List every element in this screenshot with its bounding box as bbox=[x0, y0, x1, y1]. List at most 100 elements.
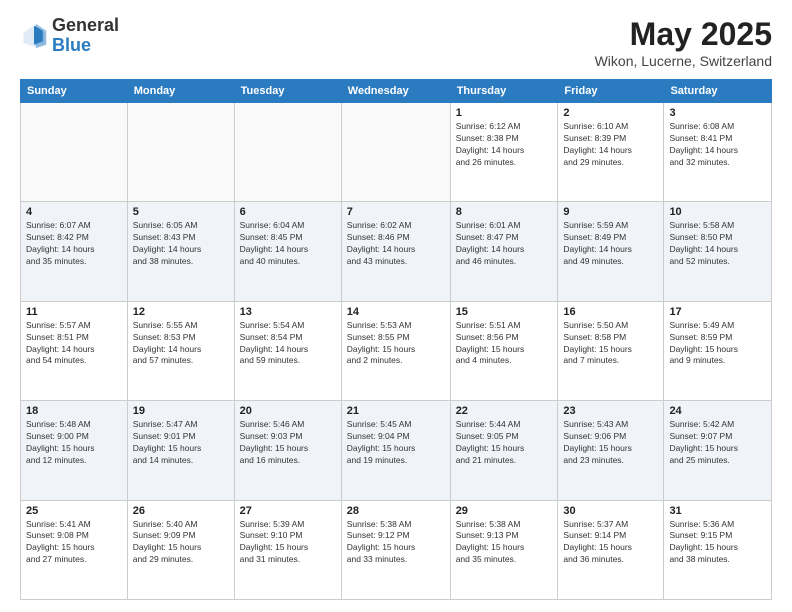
day-detail: Sunrise: 5:44 AM Sunset: 9:05 PM Dayligh… bbox=[456, 419, 553, 467]
calendar-cell: 11 Sunrise: 5:57 AM Sunset: 8:51 PM Dayli… bbox=[21, 301, 128, 400]
calendar-cell: 7 Sunrise: 6:02 AM Sunset: 8:46 PM Daylig… bbox=[341, 202, 450, 301]
day-detail: Sunrise: 5:46 AM Sunset: 9:03 PM Dayligh… bbox=[240, 419, 336, 467]
calendar-cell: 28 Sunrise: 5:38 AM Sunset: 9:12 PM Dayli… bbox=[341, 500, 450, 599]
day-detail: Sunrise: 6:08 AM Sunset: 8:41 PM Dayligh… bbox=[669, 121, 766, 169]
calendar-cell: 9Sunrise: 5:59 AM Sunset: 8:49 PM Daylig… bbox=[558, 202, 664, 301]
calendar-cell: 19Sunrise: 5:47 AM Sunset: 9:01 PM Dayli… bbox=[127, 401, 234, 500]
calendar-cell: 2Sunrise: 6:10 AM Sunset: 8:39 PM Daylig… bbox=[558, 103, 664, 202]
calendar-cell: 25 Sunrise: 5:41 AM Sunset: 9:08 PM Dayli… bbox=[21, 500, 128, 599]
day-number: 21 bbox=[347, 405, 445, 417]
calendar-cell: 15 Sunrise: 5:51 AM Sunset: 8:56 PM Dayli… bbox=[450, 301, 558, 400]
day-detail: Sunrise: 5:51 AM Sunset: 8:56 PM Dayligh… bbox=[456, 320, 553, 368]
day-number: 22 bbox=[456, 405, 553, 417]
calendar-cell: 18Sunrise: 5:48 AM Sunset: 9:00 PM Dayli… bbox=[21, 401, 128, 500]
day-number: 15 bbox=[456, 306, 553, 318]
day-number: 11 bbox=[26, 306, 122, 318]
day-number: 24 bbox=[669, 405, 766, 417]
day-detail: Sunrise: 6:05 AM Sunset: 8:43 PM Dayligh… bbox=[133, 220, 229, 268]
day-number: 26 bbox=[133, 505, 229, 517]
page-title: May 2025 bbox=[595, 16, 772, 53]
day-detail: Sunrise: 5:47 AM Sunset: 9:01 PM Dayligh… bbox=[133, 419, 229, 467]
calendar-cell: 10 Sunrise: 5:58 AM Sunset: 8:50 PM Dayli… bbox=[664, 202, 772, 301]
calendar-cell: 16Sunrise: 5:50 AM Sunset: 8:58 PM Dayli… bbox=[558, 301, 664, 400]
day-number: 7 bbox=[347, 206, 445, 218]
day-number: 30 bbox=[563, 505, 658, 517]
calendar-cell: 12Sunrise: 5:55 AM Sunset: 8:53 PM Dayli… bbox=[127, 301, 234, 400]
logo-icon bbox=[20, 22, 48, 50]
calendar-table: Sunday Monday Tuesday Wednesday Thursday… bbox=[20, 79, 772, 600]
calendar-cell: 30 Sunrise: 5:37 AM Sunset: 9:14 PM Dayli… bbox=[558, 500, 664, 599]
calendar-cell: 8 Sunrise: 6:01 AM Sunset: 8:47 PM Daylig… bbox=[450, 202, 558, 301]
calendar-week-row: 11 Sunrise: 5:57 AM Sunset: 8:51 PM Dayli… bbox=[21, 301, 772, 400]
day-detail: Sunrise: 5:38 AM Sunset: 9:13 PM Dayligh… bbox=[456, 519, 553, 567]
calendar-cell: 23 Sunrise: 5:43 AM Sunset: 9:06 PM Dayli… bbox=[558, 401, 664, 500]
day-detail: Sunrise: 5:41 AM Sunset: 9:08 PM Dayligh… bbox=[26, 519, 122, 567]
calendar-cell: 26Sunrise: 5:40 AM Sunset: 9:09 PM Dayli… bbox=[127, 500, 234, 599]
calendar-cell: 6 Sunrise: 6:04 AM Sunset: 8:45 PM Daylig… bbox=[234, 202, 341, 301]
day-number: 10 bbox=[669, 206, 766, 218]
calendar-week-row: 4 Sunrise: 6:07 AM Sunset: 8:42 PM Daylig… bbox=[21, 202, 772, 301]
header-row: Sunday Monday Tuesday Wednesday Thursday… bbox=[21, 80, 772, 103]
day-number: 6 bbox=[240, 206, 336, 218]
day-detail: Sunrise: 6:10 AM Sunset: 8:39 PM Dayligh… bbox=[563, 121, 658, 169]
day-number: 9 bbox=[563, 206, 658, 218]
day-detail: Sunrise: 5:37 AM Sunset: 9:14 PM Dayligh… bbox=[563, 519, 658, 567]
day-number: 4 bbox=[26, 206, 122, 218]
day-detail: Sunrise: 6:12 AM Sunset: 8:38 PM Dayligh… bbox=[456, 121, 553, 169]
day-detail: Sunrise: 5:36 AM Sunset: 9:15 PM Dayligh… bbox=[669, 519, 766, 567]
header: General Blue May 2025 Wikon, Lucerne, Sw… bbox=[20, 16, 772, 69]
day-detail: Sunrise: 5:43 AM Sunset: 9:06 PM Dayligh… bbox=[563, 419, 658, 467]
day-number: 17 bbox=[669, 306, 766, 318]
calendar-cell bbox=[341, 103, 450, 202]
calendar-cell: 5 Sunrise: 6:05 AM Sunset: 8:43 PM Daylig… bbox=[127, 202, 234, 301]
page-subtitle: Wikon, Lucerne, Switzerland bbox=[595, 53, 772, 69]
day-detail: Sunrise: 5:53 AM Sunset: 8:55 PM Dayligh… bbox=[347, 320, 445, 368]
day-number: 1 bbox=[456, 107, 553, 119]
day-detail: Sunrise: 5:57 AM Sunset: 8:51 PM Dayligh… bbox=[26, 320, 122, 368]
logo-text: General Blue bbox=[52, 16, 119, 56]
calendar-cell: 31 Sunrise: 5:36 AM Sunset: 9:15 PM Dayli… bbox=[664, 500, 772, 599]
calendar-cell: 3 Sunrise: 6:08 AM Sunset: 8:41 PM Daylig… bbox=[664, 103, 772, 202]
day-number: 3 bbox=[669, 107, 766, 119]
day-number: 23 bbox=[563, 405, 658, 417]
calendar-cell: 17Sunrise: 5:49 AM Sunset: 8:59 PM Dayli… bbox=[664, 301, 772, 400]
col-saturday: Saturday bbox=[664, 80, 772, 103]
page: General Blue May 2025 Wikon, Lucerne, Sw… bbox=[0, 0, 792, 612]
day-number: 20 bbox=[240, 405, 336, 417]
col-monday: Monday bbox=[127, 80, 234, 103]
logo-blue: Blue bbox=[52, 35, 91, 55]
calendar-cell: 21 Sunrise: 5:45 AM Sunset: 9:04 PM Dayli… bbox=[341, 401, 450, 500]
calendar-week-row: 1 Sunrise: 6:12 AM Sunset: 8:38 PM Daylig… bbox=[21, 103, 772, 202]
calendar-cell: 22 Sunrise: 5:44 AM Sunset: 9:05 PM Dayli… bbox=[450, 401, 558, 500]
day-detail: Sunrise: 6:07 AM Sunset: 8:42 PM Dayligh… bbox=[26, 220, 122, 268]
day-detail: Sunrise: 5:58 AM Sunset: 8:50 PM Dayligh… bbox=[669, 220, 766, 268]
logo: General Blue bbox=[20, 16, 119, 56]
day-number: 31 bbox=[669, 505, 766, 517]
col-tuesday: Tuesday bbox=[234, 80, 341, 103]
day-number: 14 bbox=[347, 306, 445, 318]
day-number: 18 bbox=[26, 405, 122, 417]
calendar-cell: 1 Sunrise: 6:12 AM Sunset: 8:38 PM Daylig… bbox=[450, 103, 558, 202]
day-number: 28 bbox=[347, 505, 445, 517]
day-number: 27 bbox=[240, 505, 336, 517]
day-detail: Sunrise: 5:55 AM Sunset: 8:53 PM Dayligh… bbox=[133, 320, 229, 368]
calendar-cell: 4 Sunrise: 6:07 AM Sunset: 8:42 PM Daylig… bbox=[21, 202, 128, 301]
day-number: 25 bbox=[26, 505, 122, 517]
day-detail: Sunrise: 5:50 AM Sunset: 8:58 PM Dayligh… bbox=[563, 320, 658, 368]
day-number: 8 bbox=[456, 206, 553, 218]
calendar-week-row: 25 Sunrise: 5:41 AM Sunset: 9:08 PM Dayli… bbox=[21, 500, 772, 599]
day-detail: Sunrise: 5:39 AM Sunset: 9:10 PM Dayligh… bbox=[240, 519, 336, 567]
calendar-cell: 13Sunrise: 5:54 AM Sunset: 8:54 PM Dayli… bbox=[234, 301, 341, 400]
day-detail: Sunrise: 5:54 AM Sunset: 8:54 PM Dayligh… bbox=[240, 320, 336, 368]
day-detail: Sunrise: 6:04 AM Sunset: 8:45 PM Dayligh… bbox=[240, 220, 336, 268]
day-detail: Sunrise: 6:01 AM Sunset: 8:47 PM Dayligh… bbox=[456, 220, 553, 268]
day-number: 5 bbox=[133, 206, 229, 218]
day-number: 29 bbox=[456, 505, 553, 517]
day-detail: Sunrise: 5:38 AM Sunset: 9:12 PM Dayligh… bbox=[347, 519, 445, 567]
col-wednesday: Wednesday bbox=[341, 80, 450, 103]
calendar-cell bbox=[21, 103, 128, 202]
calendar-cell: 29 Sunrise: 5:38 AM Sunset: 9:13 PM Dayli… bbox=[450, 500, 558, 599]
calendar-cell: 14 Sunrise: 5:53 AM Sunset: 8:55 PM Dayli… bbox=[341, 301, 450, 400]
day-detail: Sunrise: 5:45 AM Sunset: 9:04 PM Dayligh… bbox=[347, 419, 445, 467]
day-detail: Sunrise: 6:02 AM Sunset: 8:46 PM Dayligh… bbox=[347, 220, 445, 268]
